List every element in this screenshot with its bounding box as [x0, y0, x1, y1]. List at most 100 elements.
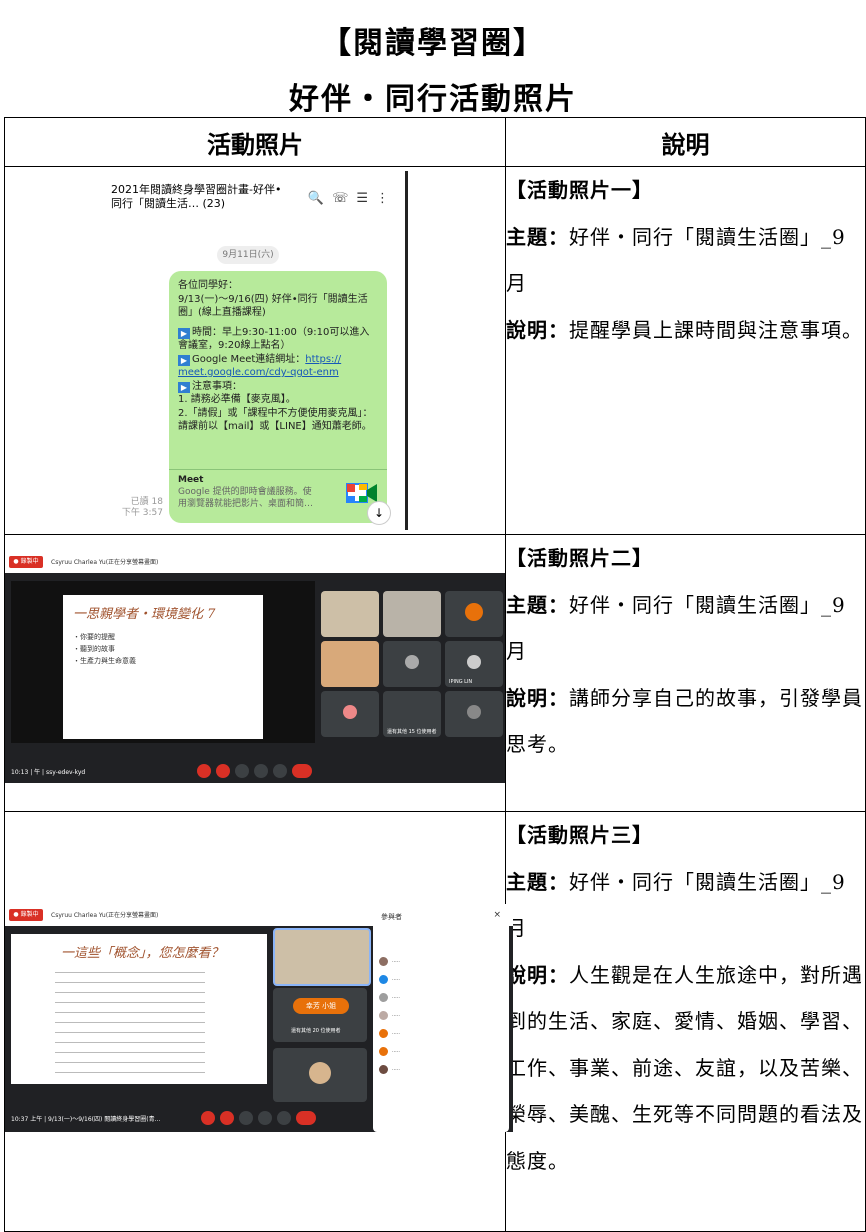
presenter-name: Csyruu Charlea Yu(正在分享螢幕畫面) [51, 559, 159, 566]
slide-text-lines [55, 966, 205, 1076]
link-preview-text: Google 提供的即時會議服務。使用瀏覽器就能把影片、桌面和簡… [178, 487, 314, 509]
camera-off-button[interactable] [220, 1111, 234, 1125]
chat-message-bubble: 各位同學好： 9/13(一)～9/16(四) 好伴•同行「閱讀生活圈」(線上直播… [169, 271, 387, 523]
description-label: 說明： [506, 962, 569, 987]
fast-forward-icon: ▶ [178, 327, 190, 339]
avatar [343, 705, 357, 719]
present-button[interactable] [254, 764, 268, 778]
leave-call-button[interactable] [296, 1111, 316, 1125]
video-tile[interactable]: IPING LIN [445, 641, 503, 687]
meet-top-bar: ● 錄製中 Csyruu Charlea Yu(正在分享螢幕畫面) [5, 551, 505, 573]
table-row: 2021年閱讀終身學習圈計畫-好伴•同行「閱讀生活… (23) 🔍☏☰⋮ 9月1… [4, 166, 866, 535]
description-cell-2: 【活動照片二】 主題：好伴・同行「閱讀生活圈」_9 月 說明：講師分享自己的故事… [505, 534, 866, 812]
slide-title: 一這些「概念」，您怎麼看？ [61, 946, 224, 961]
raise-hand-button[interactable] [239, 1111, 253, 1125]
table-row: ● 錄製中 Csyruu Charlea Yu(正在分享螢幕畫面) 一思親學者・… [4, 534, 866, 812]
avatar [309, 1062, 331, 1084]
photo-cell-3: ● 錄製中 Csyruu Charlea Yu(正在分享螢幕畫面) 一這些「概念… [4, 811, 513, 1232]
leave-call-button[interactable] [292, 764, 312, 778]
video-tile[interactable] [321, 641, 379, 687]
photo-label: 【活動照片二】 [506, 546, 653, 570]
chat-line: 9/13(一)～9/16(四) 好伴•同行「閱讀生活圈」(線上直播課程) [178, 293, 368, 319]
document-title: 【閱讀學習圈】 [321, 26, 545, 61]
line-chat-screenshot: 2021年閱讀終身學習圈計畫-好伴•同行「閱讀生活… (23) 🔍☏☰⋮ 9月1… [105, 171, 408, 530]
read-status: 已讀 18 下午 3:57 [121, 497, 163, 518]
theme-label: 主題： [506, 224, 569, 249]
video-tile[interactable]: 還有其他 15 位使用者 [383, 691, 441, 737]
presentation-slide: 一思親學者・環境變化 7 ・你要的提醒 ・聽到的故事 ・生產力與生命意義 [63, 595, 263, 739]
fast-forward-icon: ▶ [178, 354, 190, 366]
scroll-down-icon[interactable]: ↓ [367, 501, 391, 525]
document-subtitle: 好伴・同行活動照片 [289, 82, 577, 117]
video-tile[interactable] [273, 1048, 367, 1102]
chat-line: ▶ 時間：早上9:30-11:00（9:10可以進入會議室，9:20線上點名） [178, 326, 370, 351]
meeting-code: 10:13 | 午 | ssy-edev-kyd [11, 769, 86, 776]
close-icon[interactable]: × [493, 910, 501, 920]
description-text: 人生觀是在人生旅途中，對所遇到的生活、家庭、愛情、婚姻、學習、工作、事業、前途、… [506, 962, 863, 1173]
chat-header-icons: 🔍☏☰⋮ [307, 191, 397, 206]
chat-line: ▶ Google Meet連結網址：https:// [178, 353, 378, 367]
description-cell-1: 【活動照片一】 主題：好伴・同行「閱讀生活圈」_9 月 說明：提醒學員上課時間與… [505, 166, 866, 535]
table-header-row: 活動照片 說明 [4, 117, 866, 167]
meeting-controls [201, 1110, 316, 1125]
chat-date: 9月11日(六) [217, 246, 279, 264]
recording-badge: ● 錄製中 [9, 556, 43, 568]
table-row: ● 錄製中 Csyruu Charlea Yu(正在分享螢幕畫面) 一這些「概念… [4, 811, 866, 1232]
slide-title: 一思親學者・環境變化 7 [73, 607, 216, 622]
presentation-slide: 一這些「概念」，您怎麼看？ [11, 934, 267, 1084]
chat-line: 1. 請務必準備【麥克風】。 [178, 394, 296, 405]
mic-off-button[interactable] [201, 1111, 215, 1125]
chat-line: meet.google.com/cdy-qgot-enm [178, 366, 378, 380]
meet-link[interactable]: https:// [305, 354, 341, 365]
video-tile[interactable]: 幸芳 小姐 還有其他 20 位使用者 [273, 988, 367, 1042]
raise-hand-button[interactable] [235, 764, 249, 778]
participant-badge: 幸芳 小姐 [293, 998, 349, 1014]
meet-screenshot-2: ● 錄製中 Csyruu Charlea Yu(正在分享螢幕畫面) 一這些「概念… [5, 904, 513, 1132]
photo-cell-2: ● 錄製中 Csyruu Charlea Yu(正在分享螢幕畫面) 一思親學者・… [4, 534, 506, 812]
more-options-button[interactable] [273, 764, 287, 778]
meeting-controls [197, 763, 312, 778]
mic-off-button[interactable] [197, 764, 211, 778]
slide-bullets: ・你要的提醒 ・聽到的故事 ・生產力與生命意義 [73, 633, 136, 665]
photo-cell-1: 2021年閱讀終身學習圈計畫-好伴•同行「閱讀生活… (23) 🔍☏☰⋮ 9月1… [4, 166, 506, 535]
meeting-code: 10:37 上午 | 9/13(一)～9/16(四) 閱讀終身學習圈(青… [11, 1116, 161, 1123]
chat-line: 各位同學好： [178, 280, 238, 291]
description-label: 說明： [506, 685, 569, 710]
participants-panel: 參與者 × ····· ····· ····· ····· ····· ····… [373, 904, 509, 1132]
chat-line: ▶ 注意事項： [178, 380, 378, 394]
panel-title: 參與者 [381, 913, 402, 921]
video-tile[interactable] [383, 641, 441, 687]
video-tile[interactable] [445, 691, 503, 737]
avatar [467, 655, 481, 669]
photo-label: 【活動照片三】 [506, 823, 653, 847]
header-photo: 活動照片 [4, 117, 506, 167]
description-label: 說明： [506, 317, 569, 342]
meet-screenshot-1: ● 錄製中 Csyruu Charlea Yu(正在分享螢幕畫面) 一思親學者・… [5, 551, 505, 783]
link-preview[interactable]: Meet Google 提供的即時會議服務。使用瀏覽器就能把影片、桌面和簡… [169, 469, 387, 523]
more-options-button[interactable] [277, 1111, 291, 1125]
present-button[interactable] [258, 1111, 272, 1125]
description-text: 提醒學員上課時間與注意事項。 [569, 317, 863, 342]
description-cell-3: 【活動照片三】 主題：好伴・同行「閱讀生活圈」_9 月 說明：人生觀是在人生旅途… [505, 811, 866, 1232]
photo-table: 活動照片 說明 2021年閱讀終身學習圈計畫-好伴•同行「閱讀生活… (23) … [4, 117, 866, 1232]
avatar [465, 603, 483, 621]
presenter-name: Csyruu Charlea Yu(正在分享螢幕畫面) [51, 912, 159, 919]
meet-link-url[interactable]: meet.google.com/cdy-qgot-enm [178, 367, 339, 378]
video-tile[interactable] [273, 928, 371, 986]
camera-off-button[interactable] [216, 764, 230, 778]
photo-label: 【活動照片一】 [506, 178, 653, 202]
theme-label: 主題： [506, 592, 569, 617]
chat-group-title: 2021年閱讀終身學習圈計畫-好伴•同行「閱讀生活… (23) [111, 183, 282, 210]
video-tile[interactable] [321, 591, 379, 637]
fast-forward-icon: ▶ [178, 381, 190, 393]
shared-screen: 一思親學者・環境變化 7 ・你要的提醒 ・聽到的故事 ・生產力與生命意義 [11, 581, 315, 743]
video-tile[interactable] [445, 591, 503, 637]
video-tile[interactable] [321, 691, 379, 737]
avatar [467, 705, 481, 719]
theme-label: 主題： [506, 869, 569, 894]
avatar [405, 655, 419, 669]
recording-badge: ● 錄製中 [9, 909, 43, 921]
header-description: 說明 [505, 117, 866, 167]
chat-line: 2.「請假」或「課程中不方便使用麥克風」：請課前以【mail】或【LINE】通知… [178, 407, 373, 433]
video-tile[interactable] [383, 591, 441, 637]
